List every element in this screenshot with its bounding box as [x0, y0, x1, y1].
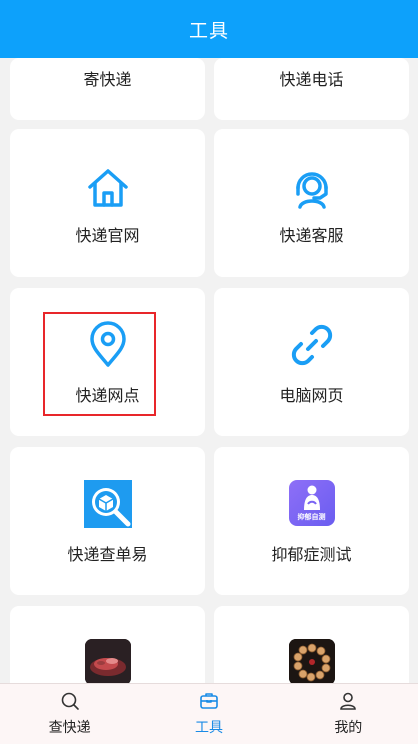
tool-card-pc-webpage[interactable]: 电脑网页 — [214, 288, 409, 436]
food-app-icon — [84, 639, 131, 683]
tool-card-beads-app[interactable] — [214, 606, 409, 683]
tool-label: 快递客服 — [279, 226, 344, 245]
tool-card-food-app[interactable] — [10, 606, 205, 683]
tool-card-send-express[interactable]: 寄快递 — [10, 58, 205, 120]
tool-label: 快递电话 — [279, 70, 344, 89]
tool-card-express-website[interactable]: 快递官网 — [10, 129, 205, 277]
tool-card-depression-test[interactable]: 抑郁自测 抑郁症测试 — [214, 447, 409, 595]
user-icon — [340, 692, 357, 710]
depression-test-app-icon: 抑郁自测 — [288, 480, 335, 526]
tool-label: 快递网点 — [75, 386, 140, 405]
app-header: 工具 — [0, 0, 418, 58]
tab-mine[interactable]: 我的 — [279, 684, 418, 744]
tool-card-express-query[interactable]: 快递查单易 — [10, 447, 205, 595]
link-icon — [288, 321, 336, 369]
tab-label: 查快递 — [48, 720, 91, 736]
beads-app-icon — [288, 639, 335, 683]
app-icon-caption: 抑郁自测 — [297, 513, 326, 521]
customer-service-icon — [288, 164, 336, 212]
home-icon — [84, 164, 132, 212]
tool-label: 快递官网 — [75, 226, 140, 245]
package-search-icon — [83, 480, 132, 528]
tab-tools[interactable]: 工具 — [139, 684, 278, 744]
bottom-tab-bar: 查快递 工具 我的 — [0, 683, 418, 744]
tool-card-express-phone[interactable]: 快递电话 — [214, 58, 409, 120]
tool-label: 快递查单易 — [67, 545, 148, 564]
tab-label: 工具 — [194, 720, 223, 736]
tool-label: 抑郁症测试 — [271, 545, 352, 564]
search-icon — [61, 692, 79, 710]
tool-label: 电脑网页 — [279, 386, 344, 405]
tab-label: 我的 — [334, 720, 363, 736]
tool-card-customer-service[interactable]: 快递客服 — [214, 129, 409, 277]
page-title: 工具 — [188, 19, 229, 42]
tool-card-express-outlets[interactable]: 快递网点 — [10, 288, 205, 436]
tools-grid[interactable]: 寄快递 快递电话 快递官网 快递客服 快递网点 电脑网页 快递查单易 抑郁自测 … — [0, 58, 418, 683]
tool-label: 寄快递 — [83, 70, 132, 89]
toolbox-icon — [200, 693, 218, 709]
location-pin-icon — [84, 321, 132, 369]
tab-search-express[interactable]: 查快递 — [0, 684, 139, 744]
